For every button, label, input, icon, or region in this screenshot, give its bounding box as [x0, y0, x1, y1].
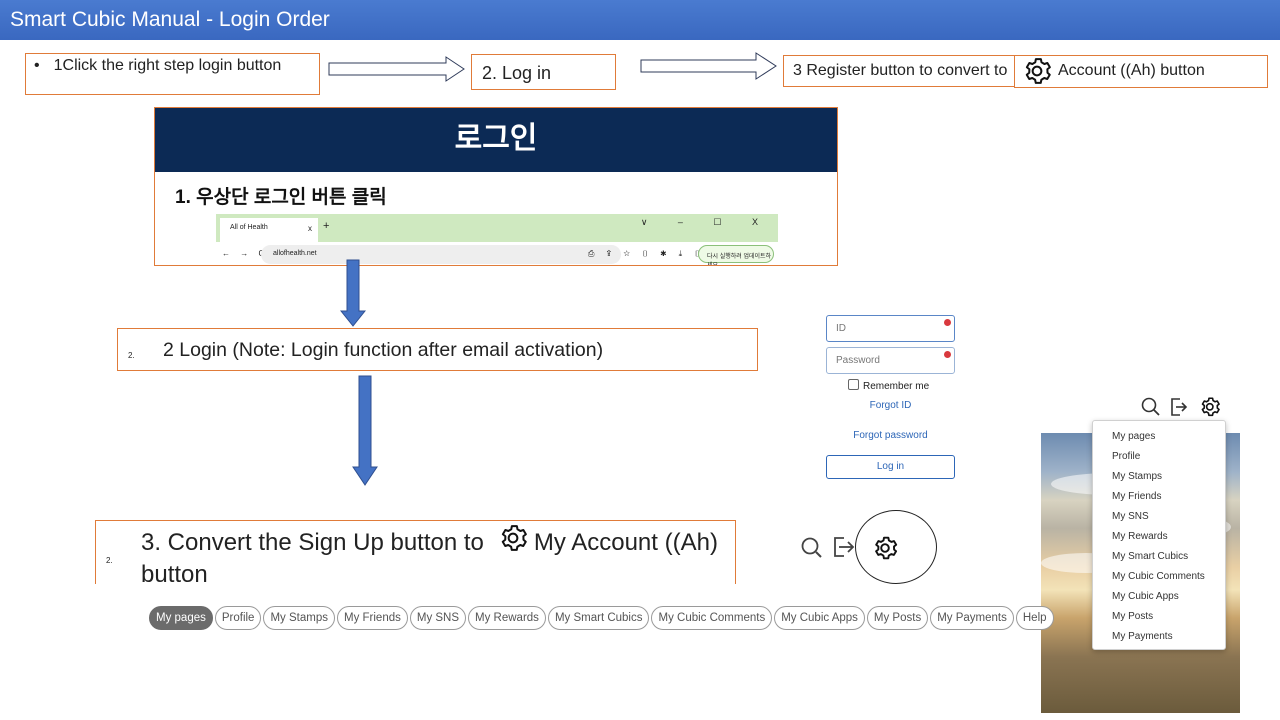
id-input[interactable]: ID	[826, 315, 955, 342]
step-3-box: 3 Register button to convert to	[783, 55, 1015, 87]
gear-icon	[498, 523, 528, 553]
list-number: 2.	[106, 556, 113, 565]
search-icon	[801, 537, 822, 558]
down-arrow-2	[352, 375, 378, 487]
right-arrow-1	[328, 56, 466, 82]
tab-my-cubic-comments[interactable]: My Cubic Comments	[651, 606, 773, 630]
menu-item[interactable]: My Rewards	[1112, 527, 1225, 547]
tab-my-friends[interactable]: My Friends	[336, 606, 408, 630]
convert-text-line2: button	[141, 561, 208, 584]
login-note-box: 2. 2 Login (Note: Login function after e…	[117, 328, 758, 371]
login-screenshot: 로그인 1. 우상단 로그인 버튼 클릭 All of Health x + ∨…	[154, 107, 838, 266]
tab-my-pages[interactable]: My pages	[149, 606, 213, 630]
step-1-box: • 1Click the right step login button	[25, 53, 320, 95]
tab-my-stamps[interactable]: My Stamps	[263, 606, 335, 630]
menu-item[interactable]: My Posts	[1112, 607, 1225, 627]
list-number: 2.	[128, 351, 135, 360]
forgot-password-link[interactable]: Forgot password	[826, 430, 955, 441]
account-dropdown-menu: My pages Profile My Stamps My Friends My…	[1092, 420, 1226, 650]
gear-icon	[872, 535, 898, 561]
account-tabs: My pages Profile My Stamps My Friends My…	[149, 606, 1054, 630]
gear-icon	[1022, 56, 1052, 86]
header-icons	[1140, 396, 1220, 418]
slide-title: Smart Cubic Manual - Login Order	[0, 0, 1280, 40]
bullet: •	[34, 57, 40, 74]
login-note-text: 2 Login (Note: Login function after emai…	[163, 339, 604, 361]
logout-icon[interactable]	[1171, 398, 1188, 416]
browser-tab-label: All of Health	[230, 224, 268, 231]
menu-item[interactable]: My Friends	[1112, 487, 1225, 507]
tab-my-posts[interactable]: My Posts	[866, 606, 929, 630]
login-button[interactable]: Log in	[826, 455, 955, 479]
menu-item[interactable]: My Cubic Comments	[1112, 567, 1225, 587]
tab-my-cubic-apps[interactable]: My Cubic Apps	[774, 606, 865, 630]
id-placeholder: ID	[836, 323, 846, 334]
screenshot-subheading: 1. 우상단 로그인 버튼 클릭	[175, 187, 387, 208]
tab-close-icon[interactable]: x	[308, 224, 312, 233]
remember-me[interactable]: Remember me	[848, 379, 929, 392]
right-arrow-2	[640, 52, 778, 80]
down-arrow-1	[340, 259, 366, 327]
update-pill[interactable]: 다시 실행하려 업데이트하세요	[698, 245, 774, 265]
menu-item[interactable]: My SNS	[1112, 507, 1225, 527]
tab-my-smart-cubics[interactable]: My Smart Cubics	[547, 606, 650, 630]
remember-label: Remember me	[863, 381, 930, 392]
menu-item[interactable]: My Cubic Apps	[1112, 587, 1225, 607]
step-3-suffix: Account ((Ah) button	[1014, 55, 1268, 88]
gear-icon[interactable]	[1201, 397, 1220, 417]
logout-icon	[834, 537, 855, 557]
menu-item[interactable]: My Stamps	[1112, 467, 1225, 487]
tab-my-payments[interactable]: My Payments	[930, 606, 1014, 630]
browser-tab[interactable]: All of Health x	[220, 218, 318, 242]
search-icon[interactable]	[1141, 397, 1160, 416]
login-form: ID Password Remember me Forgot ID Forgot…	[826, 315, 956, 485]
tab-profile[interactable]: Profile	[214, 606, 262, 630]
menu-item[interactable]: My pages	[1112, 427, 1225, 447]
required-icon	[944, 319, 951, 326]
step-2-box: 2. Log in	[471, 54, 616, 90]
convert-text-after: My Account ((Ah)	[533, 529, 718, 556]
menu-item[interactable]: My Smart Cubics	[1112, 547, 1225, 567]
remember-checkbox[interactable]	[848, 379, 859, 390]
tab-help[interactable]: Help	[1015, 606, 1054, 630]
url-field[interactable]: allofhealth.net	[261, 245, 621, 264]
menu-item[interactable]: My Payments	[1112, 627, 1225, 647]
convert-text-before: 3. Convert the Sign Up button to	[141, 529, 484, 556]
tab-my-rewards[interactable]: My Rewards	[468, 606, 546, 630]
forgot-id-link[interactable]: Forgot ID	[826, 400, 955, 411]
window-controls[interactable]: ∨ – ☐ X	[641, 217, 772, 228]
required-icon	[944, 351, 951, 358]
new-tab-icon[interactable]: +	[323, 220, 329, 232]
screenshot-heading: 로그인	[155, 108, 837, 172]
browser-mockup: All of Health x + ∨ – ☐ X ← → C allofhea…	[216, 214, 778, 265]
menu-item[interactable]: Profile	[1112, 447, 1225, 467]
password-input[interactable]: Password	[826, 347, 955, 374]
step-1-text: 1Click the right step login button	[53, 57, 282, 74]
tab-strip: All of Health x + ∨ – ☐ X	[216, 214, 778, 242]
address-bar-row: ← → C allofhealth.net ⎙ ⇪ ☆ ▯ ✱ ⤓ ▯ ● 다시…	[216, 242, 778, 265]
password-placeholder: Password	[836, 355, 880, 366]
convert-note-box: 2. 3. Convert the Sign Up button to My Ac…	[95, 520, 736, 584]
tab-my-sns[interactable]: My SNS	[409, 606, 467, 630]
header-icons-zoomed	[800, 534, 860, 562]
